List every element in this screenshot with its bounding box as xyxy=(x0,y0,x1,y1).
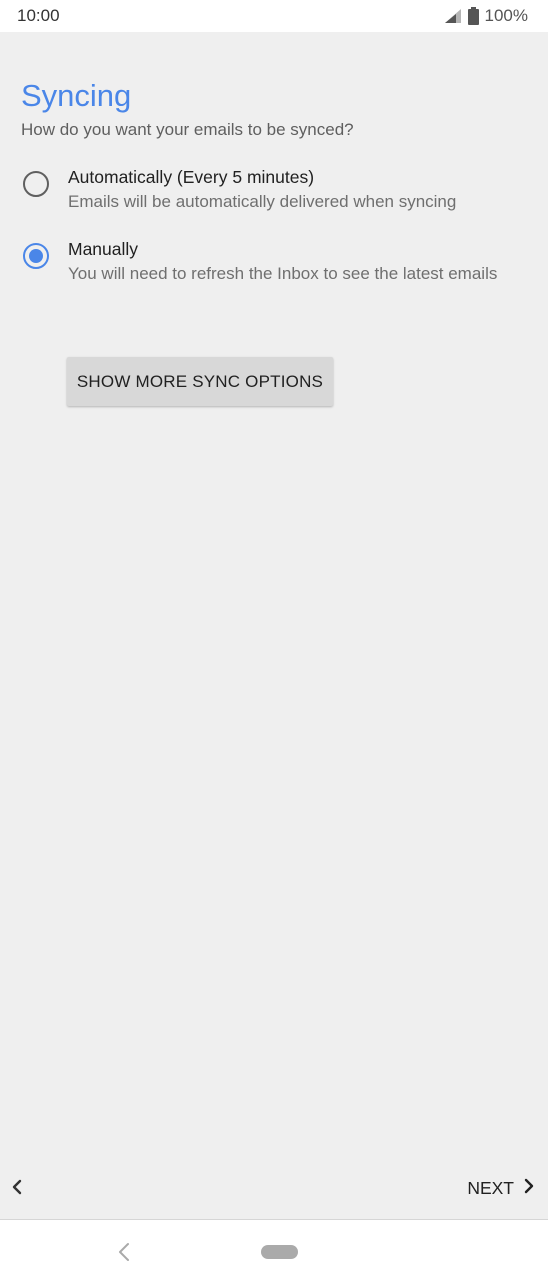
radio-manually[interactable] xyxy=(23,243,49,269)
option-manually-label: Manually xyxy=(68,239,139,259)
show-more-sync-options-button[interactable]: SHOW MORE SYNC OPTIONS xyxy=(67,357,333,406)
option-automatically-label: Automatically (Every 5 minutes) xyxy=(68,167,315,187)
next-button-label: NEXT xyxy=(467,1178,514,1198)
status-bar: 10:00 100% xyxy=(0,0,548,32)
chevron-right-icon xyxy=(522,1176,536,1201)
battery-level: 100% xyxy=(484,6,528,25)
radio-automatically[interactable] xyxy=(23,171,49,197)
chevron-left-icon[interactable] xyxy=(6,1176,28,1198)
status-icons: 100% xyxy=(444,6,528,26)
system-nav-bar xyxy=(0,1219,548,1282)
nav-back-icon[interactable] xyxy=(112,1240,136,1264)
nav-home-pill[interactable] xyxy=(261,1245,298,1259)
signal-icon xyxy=(444,8,462,24)
page-subtitle: How do you want your emails to be synced… xyxy=(21,120,354,139)
option-manually-description: You will need to refresh the Inbox to se… xyxy=(68,264,498,283)
battery-icon xyxy=(467,7,479,25)
option-automatically-description: Emails will be automatically delivered w… xyxy=(68,192,457,211)
page-title: Syncing xyxy=(21,78,132,113)
status-time: 10:00 xyxy=(17,6,60,25)
next-button[interactable]: NEXT xyxy=(465,1174,538,1203)
